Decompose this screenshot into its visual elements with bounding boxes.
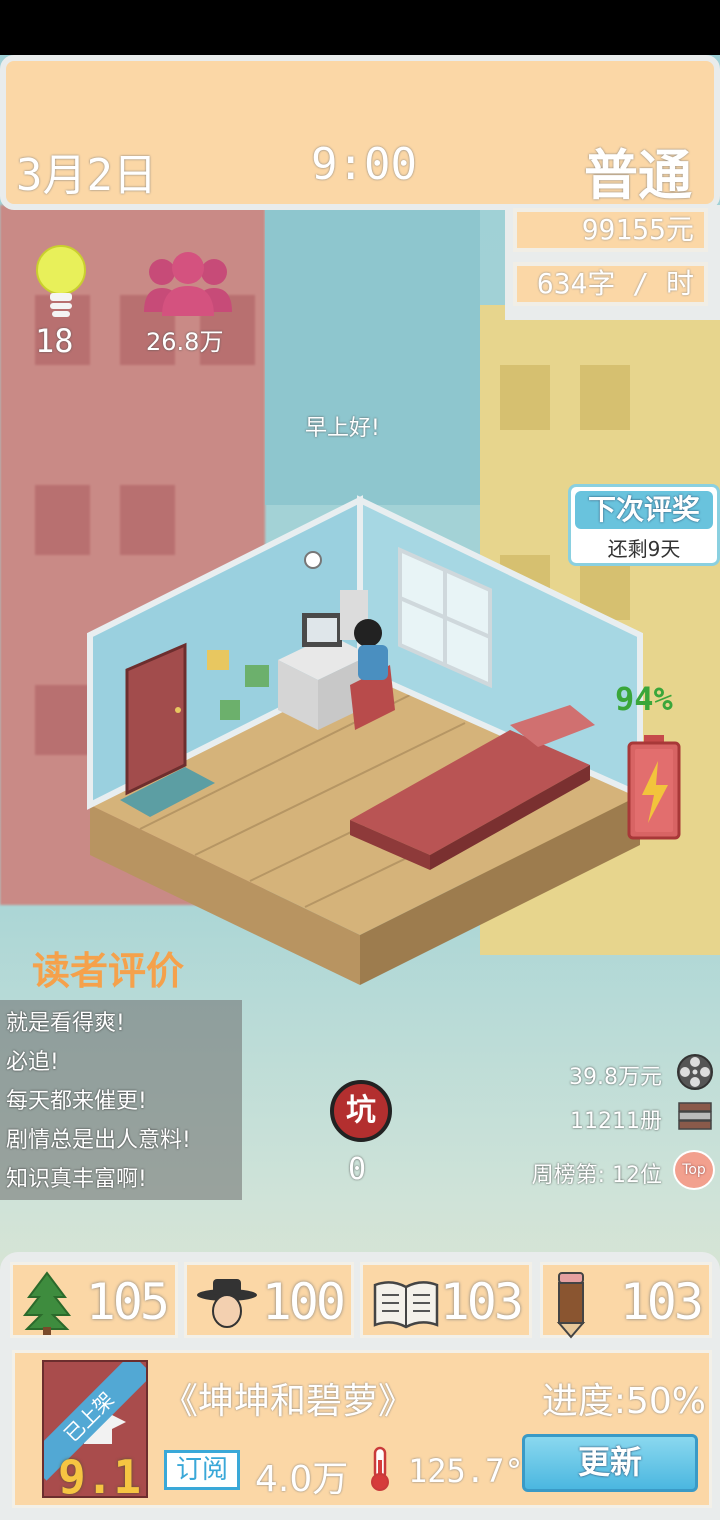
skill-book-value: 103 bbox=[439, 1273, 524, 1331]
money-display: 99155元 bbox=[513, 208, 708, 252]
book-stack-icon[interactable] bbox=[676, 1097, 714, 1135]
pit-button[interactable]: 坑 bbox=[330, 1080, 392, 1142]
subscribe-badge[interactable]: 订阅 bbox=[164, 1450, 240, 1490]
film-revenue: 39.8万元 bbox=[569, 1065, 662, 1090]
reader-review-list: 就是看得爽! 必追! 每天都来催更! 剧情总是出人意料! 知识真丰富啊! bbox=[0, 1000, 242, 1200]
lightbulb-icon[interactable] bbox=[32, 243, 90, 333]
game-time: 9:00 bbox=[311, 139, 417, 190]
skill-book[interactable]: 103 bbox=[360, 1262, 532, 1338]
background-building-blue bbox=[265, 205, 480, 505]
book-heat: 125.7° bbox=[408, 1452, 524, 1490]
hat-character-icon bbox=[197, 1279, 257, 1328]
book-title: 《坤坤和碧萝》 bbox=[162, 1381, 415, 1422]
book-progress: 进度:50% bbox=[541, 1381, 706, 1422]
door bbox=[125, 642, 187, 796]
pit-value: 0 bbox=[348, 1152, 367, 1187]
weekly-rank: 周榜第: 12位 bbox=[531, 1163, 662, 1188]
greeting-text: 早上好! bbox=[305, 416, 380, 441]
subscriber-count: 4.0万 bbox=[255, 1459, 349, 1500]
writing-speed-display: 634字 / 时 bbox=[513, 262, 708, 306]
reader-review-title: 读者评价 bbox=[32, 949, 185, 993]
tree-icon bbox=[22, 1271, 72, 1335]
review-item: 就是看得爽! bbox=[6, 1011, 125, 1036]
open-book-icon bbox=[373, 1281, 439, 1329]
skill-pencil-value: 103 bbox=[619, 1273, 704, 1331]
pencil-icon bbox=[556, 1272, 586, 1339]
fans-value: 26.8万 bbox=[146, 328, 224, 356]
review-item: 知识真丰富啊! bbox=[6, 1167, 147, 1192]
review-item: 每天都来催更! bbox=[6, 1089, 147, 1114]
books-sold: 11211册 bbox=[570, 1109, 662, 1134]
top-status-bar: 3月2日 9:00 普通 bbox=[0, 55, 720, 210]
skill-tree[interactable]: 105 bbox=[10, 1262, 178, 1338]
book-cover[interactable]: 已上架 9.1 bbox=[42, 1360, 148, 1498]
review-item: 必追! bbox=[6, 1050, 59, 1075]
review-item: 剧情总是出人意料! bbox=[6, 1128, 191, 1153]
difficulty-label[interactable]: 普通 bbox=[584, 131, 692, 210]
thermometer-icon bbox=[371, 1446, 389, 1491]
people-icon[interactable] bbox=[142, 250, 234, 320]
skill-character-value: 100 bbox=[261, 1273, 346, 1331]
isometric-room bbox=[87, 495, 643, 985]
skill-pencil[interactable]: 103 bbox=[540, 1262, 712, 1339]
update-button[interactable]: 更新 bbox=[522, 1434, 698, 1492]
player-character bbox=[354, 619, 382, 647]
skill-tree-value: 105 bbox=[85, 1273, 170, 1331]
book-score: 9.1 bbox=[58, 1450, 142, 1498]
battery-icon[interactable] bbox=[626, 733, 682, 841]
skill-character[interactable]: 100 bbox=[184, 1262, 354, 1338]
inspiration-value: 18 bbox=[35, 322, 74, 360]
top-rank-badge[interactable]: Top bbox=[673, 1150, 715, 1190]
game-date: 3月2日 bbox=[16, 150, 157, 201]
film-reel-icon[interactable] bbox=[676, 1053, 714, 1091]
clock-icon bbox=[304, 551, 322, 569]
energy-percent: 94% bbox=[615, 680, 673, 718]
